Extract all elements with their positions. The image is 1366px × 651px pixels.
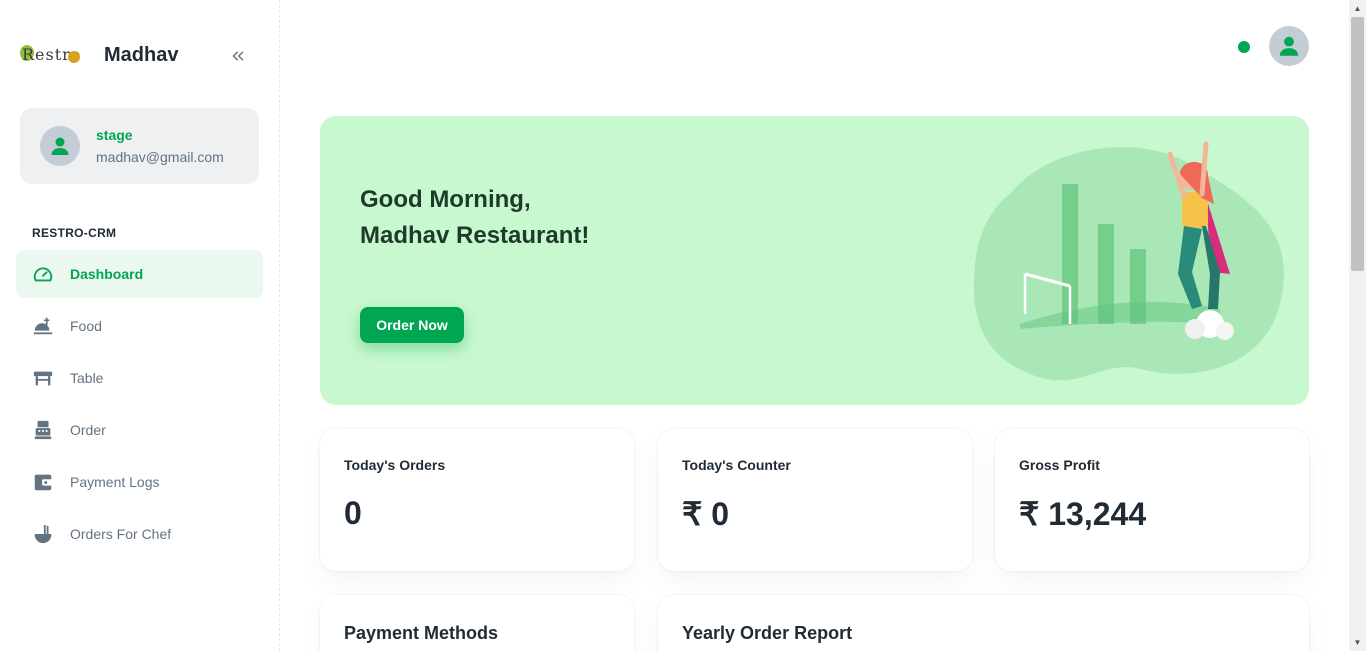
brand-name: Madhav bbox=[104, 43, 179, 66]
sidebar-item-orders-for-chef[interactable]: Orders For Chef bbox=[16, 510, 263, 558]
collapse-sidebar-button[interactable] bbox=[226, 44, 250, 68]
sidebar-item-label: Payment Logs bbox=[70, 474, 160, 490]
yearly-order-report-title: Yearly Order Report bbox=[682, 623, 853, 643]
restro-logo[interactable]: Restro bbox=[20, 41, 82, 69]
sidebar-item-table[interactable]: Table bbox=[16, 354, 263, 402]
double-chevron-left-icon bbox=[232, 51, 244, 61]
sidebar: Restro Madhav stage madhav@gmail.com RES… bbox=[0, 0, 280, 651]
welcome-title: Good Morning, Madhav Restaurant! bbox=[360, 186, 590, 249]
brand: Restro Madhav bbox=[20, 40, 260, 70]
table-icon bbox=[32, 367, 54, 389]
stat-value: 0 bbox=[344, 495, 362, 531]
yearly-order-report-card: Yearly Order Report bbox=[658, 595, 1309, 651]
sidebar-item-label: Orders For Chef bbox=[70, 526, 172, 542]
sidebar-item-payment-logs[interactable]: Payment Logs bbox=[16, 458, 263, 506]
nav-subheader: RESTRO-CRM bbox=[32, 226, 117, 240]
dashboard-icon bbox=[32, 263, 54, 285]
sidebar-item-dashboard[interactable]: Dashboard bbox=[16, 250, 263, 298]
stat-label: Today's Orders bbox=[344, 457, 446, 473]
page-scrollbar[interactable]: ▲ ▼ bbox=[1349, 0, 1366, 651]
sidebar-nav: Dashboard Food Table Order Payment Logs bbox=[16, 250, 263, 562]
scroll-down-arrow-icon[interactable]: ▼ bbox=[1349, 634, 1366, 651]
account-name: stage bbox=[96, 127, 133, 143]
order-icon bbox=[32, 419, 54, 441]
scroll-up-arrow-icon[interactable]: ▲ bbox=[1349, 0, 1366, 17]
stat-label: Gross Profit bbox=[1019, 457, 1100, 473]
user-icon bbox=[1279, 36, 1299, 56]
account-card[interactable]: stage madhav@gmail.com bbox=[20, 108, 259, 184]
user-icon bbox=[51, 137, 69, 155]
sidebar-item-label: Food bbox=[70, 318, 102, 334]
header-avatar-button[interactable] bbox=[1269, 26, 1309, 66]
sidebar-item-food[interactable]: Food bbox=[16, 302, 263, 350]
food-icon bbox=[32, 315, 54, 337]
payment-methods-title: Payment Methods bbox=[344, 623, 499, 643]
stat-label: Today's Counter bbox=[682, 457, 791, 473]
chef-icon bbox=[32, 523, 54, 545]
scroll-thumb[interactable] bbox=[1351, 17, 1364, 271]
account-email: madhav@gmail.com bbox=[96, 149, 224, 165]
stat-value: ₹ 13,244 bbox=[1019, 496, 1147, 532]
welcome-illustration bbox=[973, 141, 1284, 381]
sidebar-item-label: Order bbox=[70, 422, 106, 438]
order-now-button[interactable]: Order Now bbox=[360, 307, 464, 343]
payment-methods-card: Payment Methods bbox=[320, 595, 634, 651]
stat-card-todays-counter: Today's Counter ₹ 0 bbox=[658, 429, 972, 571]
sidebar-item-order[interactable]: Order bbox=[16, 406, 263, 454]
avatar bbox=[40, 126, 80, 166]
stat-card-gross-profit: Gross Profit ₹ 13,244 bbox=[995, 429, 1309, 571]
stat-card-todays-orders: Today's Orders 0 bbox=[320, 429, 634, 571]
welcome-banner: Good Morning, Madhav Restaurant! Order N… bbox=[320, 116, 1309, 405]
wallet-icon bbox=[32, 471, 54, 493]
stat-value: ₹ 0 bbox=[682, 496, 730, 532]
sidebar-item-label: Dashboard bbox=[70, 266, 144, 282]
online-status-dot bbox=[1238, 41, 1250, 53]
sidebar-item-label: Table bbox=[70, 370, 104, 386]
